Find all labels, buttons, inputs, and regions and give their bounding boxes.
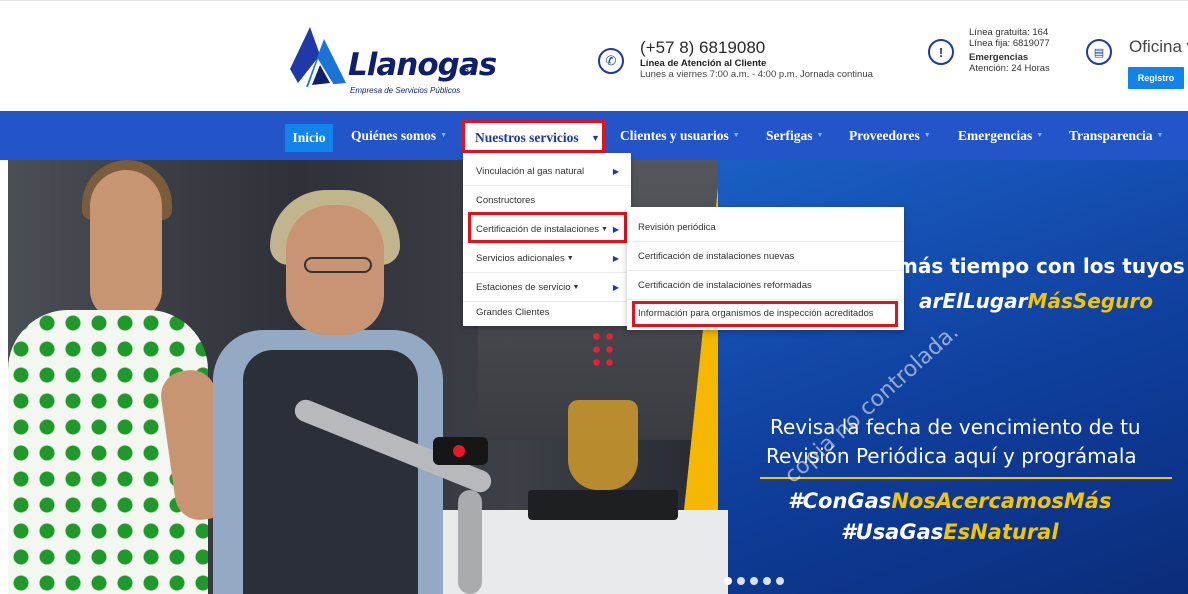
logo-mark-icon xyxy=(290,27,346,87)
emergency-hours: Atención: 24 Horas xyxy=(969,63,1050,74)
logo-suffix: s.a xyxy=(464,64,477,74)
contact-phone[interactable]: (+57 8) 6819080 xyxy=(640,39,873,57)
contact-block: (+57 8) 6819080 Línea de Atención al Cli… xyxy=(640,39,873,81)
highlight-box xyxy=(632,301,898,327)
carousel-dot[interactable] xyxy=(724,577,732,585)
nav-item-serfigas[interactable]: Serfigas ▼ xyxy=(766,128,823,144)
nav-item-nuestros-servicios[interactable]: Nuestros servicios ▼ xyxy=(462,120,605,153)
carousel-dot[interactable] xyxy=(737,577,745,585)
logo-tagline: Empresa de Servicios Públicos xyxy=(350,86,461,95)
hero-hashtag-1: #ConGasNosAcercamosMás xyxy=(788,489,1112,513)
submenu-item-instalaciones-nuevas[interactable]: Certificación de instalaciones nuevas xyxy=(627,242,904,271)
menu-item-vinculacion[interactable]: Vinculación al gas natural ▶ xyxy=(463,157,631,186)
nav-item-proveedores[interactable]: Proveedores ▼ xyxy=(849,128,931,144)
register-button[interactable]: Registro xyxy=(1128,67,1184,89)
highlight-box xyxy=(468,212,627,243)
hero-hashtag-2: #UsaGasEsNatural xyxy=(841,520,1059,544)
menu-item-grandes-clientes[interactable]: Grandes Clientes xyxy=(463,298,631,327)
chevron-right-icon: ▶ xyxy=(612,282,619,292)
carousel-dot[interactable] xyxy=(763,577,771,585)
hero-line-2: arElLugarMásSeguro xyxy=(919,289,1153,313)
office-icon: ▤ xyxy=(1086,39,1112,65)
llanogas-logo[interactable]: Llanogas s.a Empresa de Servicios Públic… xyxy=(290,23,497,99)
chevron-right-icon: ▶ xyxy=(612,253,619,263)
carousel-dots xyxy=(724,577,784,585)
submenu-item-instalaciones-reformadas[interactable]: Certificación de instalaciones reformada… xyxy=(627,271,904,300)
carousel-dot[interactable] xyxy=(776,577,784,585)
contact-label: Línea de Atención al Cliente xyxy=(640,58,767,69)
menu-item-constructores[interactable]: Constructores xyxy=(463,186,631,215)
nav-item-quienes-somos[interactable]: Quiénes somos ▼ xyxy=(351,128,447,144)
chevron-down-icon: ▼ xyxy=(591,133,600,143)
emergency-free-line: Línea gratuita: 164 xyxy=(969,27,1049,38)
nav-item-emergencias[interactable]: Emergencias ▼ xyxy=(958,128,1043,144)
nav-item-inicio[interactable]: Inicio xyxy=(285,124,333,152)
emergency-fixed-line: Línea fija: 6819077 xyxy=(969,38,1050,49)
emergency-block: Línea gratuita: 164 Línea fija: 6819077 … xyxy=(969,27,1050,74)
submenu-item-revision-periodica[interactable]: Revisión periódica xyxy=(627,213,904,242)
site-header: Llanogas s.a Empresa de Servicios Públic… xyxy=(0,0,1188,111)
nav-item-clientes-usuarios[interactable]: Clientes y usuarios ▼ xyxy=(620,128,740,144)
menu-item-servicios-adicionales[interactable]: Servicios adicionales ▼ ▶ xyxy=(463,244,631,273)
hero-divider xyxy=(760,477,1172,479)
exclamation-icon: ! xyxy=(928,39,954,65)
chevron-right-icon: ▶ xyxy=(612,166,619,176)
emergency-label: Emergencias xyxy=(969,52,1029,63)
woman-technician xyxy=(243,350,418,594)
hero-line-1: más tiempo con los tuyos xyxy=(897,254,1185,278)
office-link[interactable]: Oficina v xyxy=(1129,37,1188,57)
nav-item-transparencia[interactable]: Transparencia ▼ xyxy=(1069,128,1163,144)
contact-hours: Lunes a viernes 7:00 a.m. - 4:00 p.m. Jo… xyxy=(640,69,873,80)
phone-icon: ✆ xyxy=(598,48,624,74)
carousel-dot[interactable] xyxy=(750,577,758,585)
